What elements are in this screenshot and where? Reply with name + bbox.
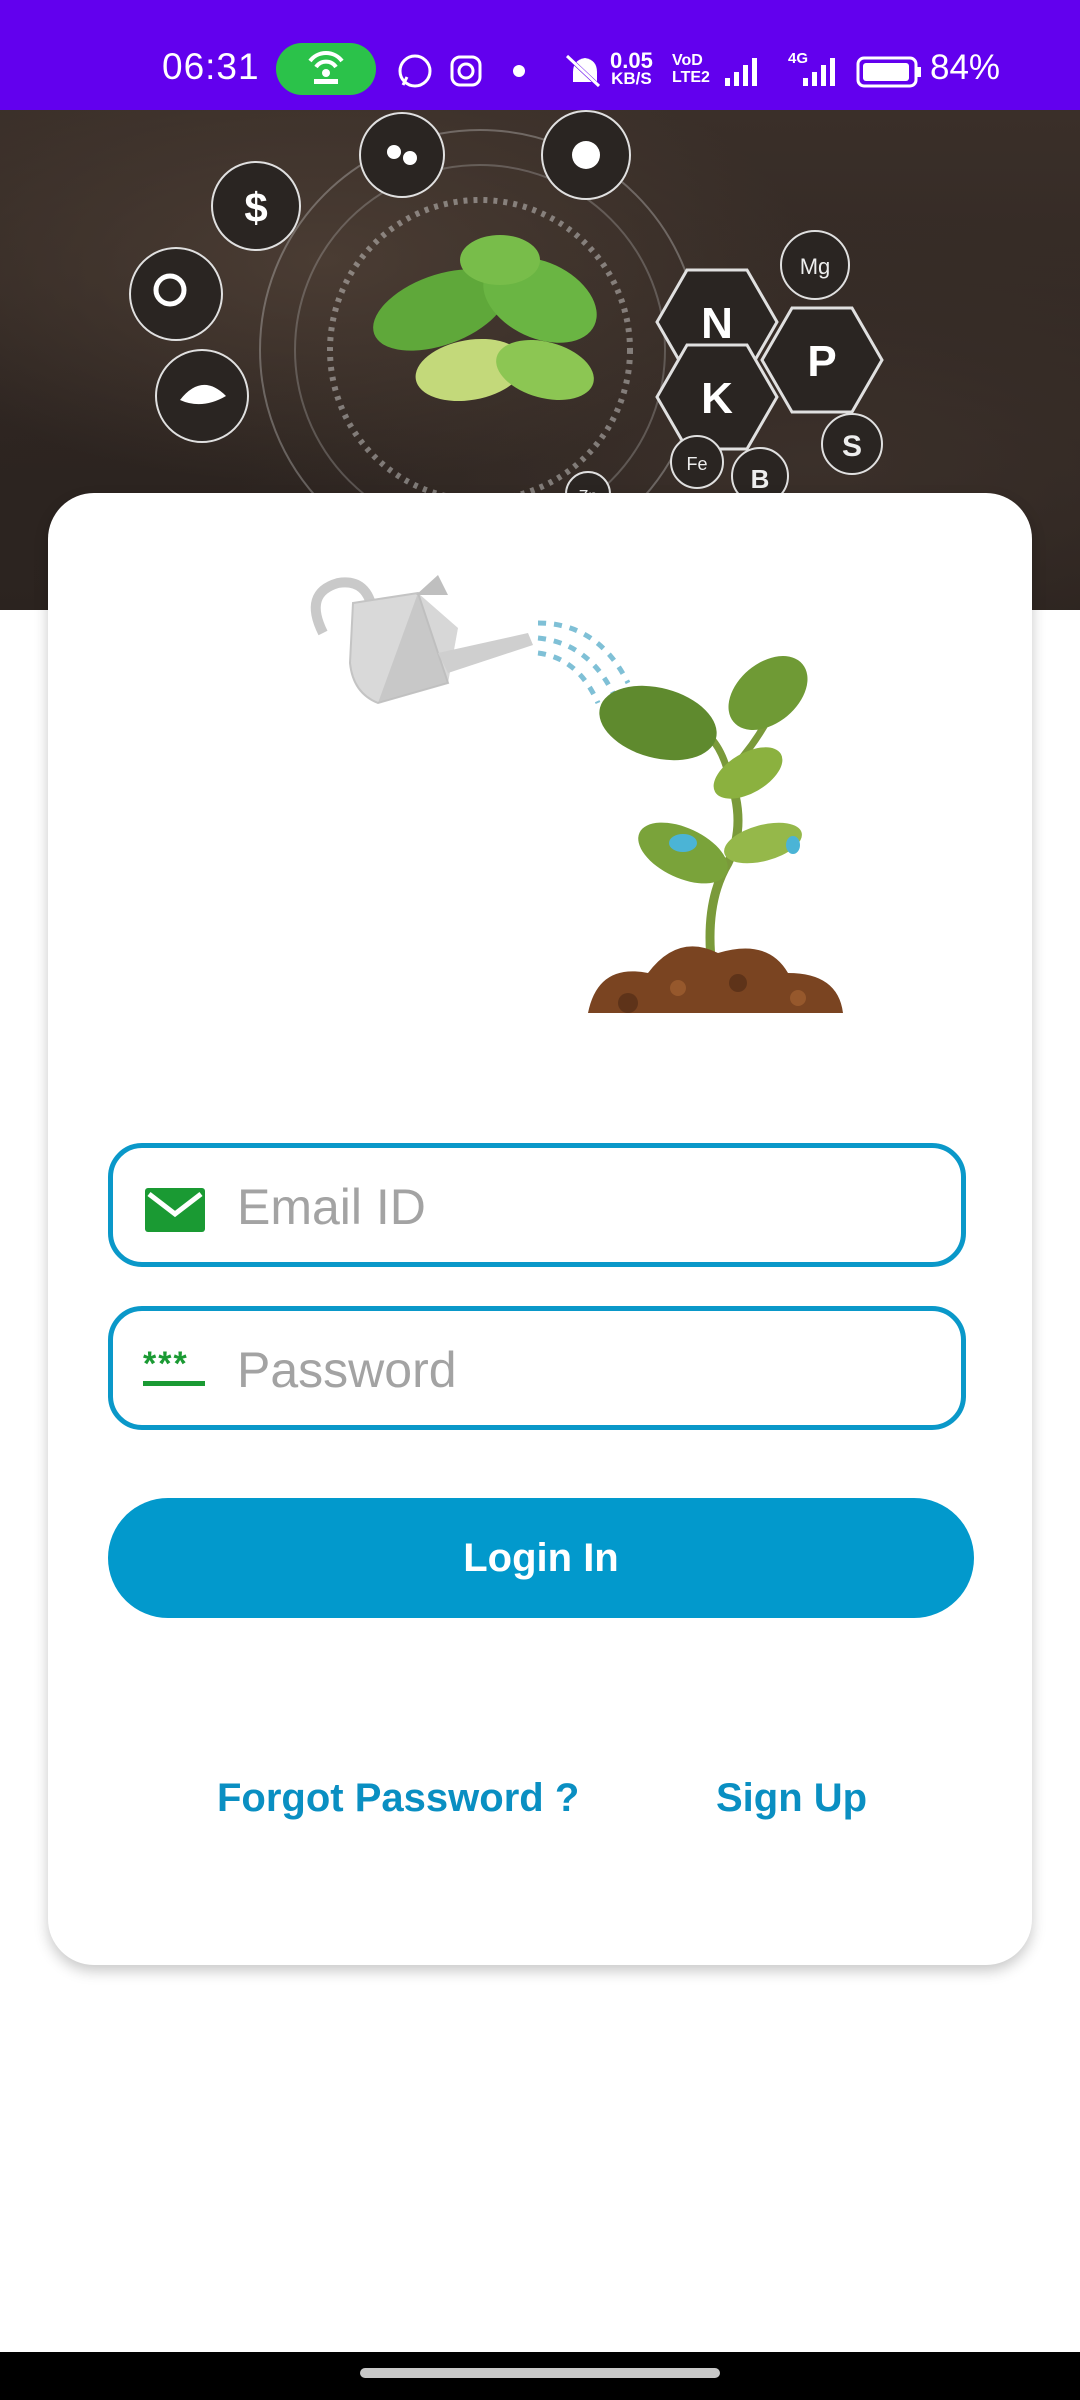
sign-up-link[interactable]: Sign Up — [716, 1776, 867, 1821]
net-speed-unit: KB/S — [611, 69, 652, 88]
watering-can-illustration — [310, 575, 843, 1013]
whatsapp-icon — [398, 54, 432, 88]
nutrient-s-circle: S — [821, 413, 883, 475]
dollar-symbol: $ — [244, 184, 267, 231]
nutrient-k-label: K — [701, 374, 733, 423]
nutrient-mg-circle: Mg — [780, 230, 850, 300]
watering-can-icon — [310, 575, 533, 705]
nutrient-n-label: N — [701, 299, 733, 348]
email-field[interactable] — [108, 1143, 966, 1267]
plant-graphic — [373, 235, 597, 402]
nutrient-b-label: B — [751, 464, 770, 494]
nutrient-p-hex: P — [760, 306, 884, 414]
forgot-password-link[interactable]: Forgot Password ? — [217, 1776, 579, 1821]
network-type: 4G — [788, 50, 809, 67]
nutrient-p-label: P — [807, 337, 836, 386]
battery-icon — [856, 56, 921, 88]
dot-icon — [513, 65, 525, 77]
water-drop-icon — [359, 112, 445, 198]
password-icon-stars: *** — [143, 1345, 189, 1383]
home-gesture-handle[interactable] — [360, 2368, 720, 2378]
signal-icon — [725, 58, 757, 86]
password-icon: *** — [143, 1347, 207, 1397]
email-icon — [145, 1188, 205, 1232]
sun-icon — [541, 110, 631, 200]
nutrient-fe-label: Fe — [686, 454, 707, 474]
dollar-icon: $ — [211, 161, 301, 251]
nutrient-k-hex: K — [655, 343, 779, 451]
gear-icon — [129, 247, 223, 341]
net-speed-value: 0.05 — [610, 48, 653, 73]
mute-icon — [565, 54, 603, 90]
status-bar: 06:31 0.05 KB/S VoD LTE2 4G 84% — [0, 0, 1080, 110]
navigation-bar — [0, 2352, 1080, 2400]
volte-top: VoD — [672, 52, 703, 69]
email-input[interactable] — [235, 1168, 939, 1246]
login-card: *** Login In Forgot Password ? Sign Up — [48, 493, 1032, 1965]
nutrient-s-label: S — [842, 430, 862, 463]
net-speed: 0.05 KB/S — [610, 48, 653, 88]
soil-mound — [588, 946, 843, 1013]
password-input[interactable] — [235, 1331, 939, 1409]
leaf-icon — [155, 349, 249, 443]
hotspot-icon — [276, 43, 376, 95]
volte-bottom: LTE2 — [672, 69, 710, 86]
volte-indicator: VoD LTE2 — [672, 52, 710, 86]
nutrient-fe-circle: Fe — [670, 435, 724, 489]
nutrient-mg-label: Mg — [800, 254, 831, 279]
instagram-icon — [450, 55, 482, 87]
password-field[interactable]: *** — [108, 1306, 966, 1430]
login-button[interactable]: Login In — [108, 1498, 974, 1618]
status-time: 06:31 — [162, 46, 260, 87]
battery-percent: 84% — [930, 48, 1001, 87]
